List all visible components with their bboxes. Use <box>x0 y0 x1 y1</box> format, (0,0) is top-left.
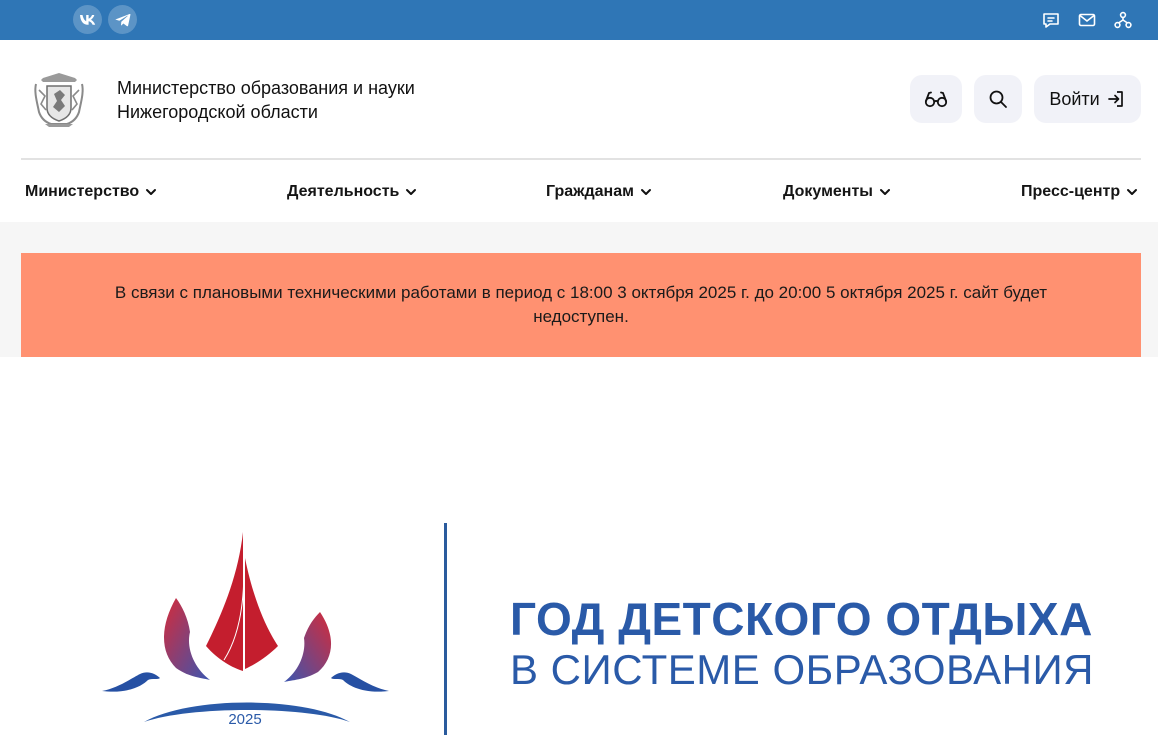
nav-item-label: Деятельность <box>287 183 400 200</box>
banner-year: 2025 <box>228 711 261 728</box>
year-of-children-rest-logo[interactable]: 2025 <box>98 528 393 738</box>
chevron-down-icon <box>879 189 890 195</box>
maintenance-alert: В связи с плановыми техническими работам… <box>21 253 1141 357</box>
vk-link[interactable] <box>73 5 102 34</box>
chevron-down-icon <box>146 189 157 195</box>
banner-divider <box>444 523 447 735</box>
nav-item-label: Пресс-центр <box>1021 183 1121 200</box>
top-bar <box>0 0 1158 40</box>
accessibility-version-button[interactable] <box>910 75 962 123</box>
organization-name-line-2: Нижегородской области <box>117 102 318 122</box>
header-divider <box>21 158 1141 160</box>
organization-name-line-1: Министерство образования и науки <box>117 78 415 98</box>
mail-icon <box>1078 13 1096 27</box>
chat-icon <box>1043 12 1059 28</box>
chevron-down-icon <box>406 189 417 195</box>
search-button[interactable] <box>974 75 1022 123</box>
banner-subtitle: В СИСТЕМЕ ОБРАЗОВАНИЯ <box>510 646 1095 693</box>
login-icon <box>1107 91 1123 107</box>
nav-item-documents[interactable]: Документы <box>783 181 891 203</box>
coat-of-arms-logo[interactable] <box>33 70 85 128</box>
telegram-link[interactable] <box>108 5 137 34</box>
chevron-down-icon <box>640 189 651 195</box>
sitemap-link[interactable] <box>1113 10 1133 30</box>
banner-title: ГОД ДЕТСКОГО ОТДЫХА <box>510 593 1093 645</box>
search-icon <box>989 90 1007 108</box>
nav-item-label: Министерство <box>25 183 140 200</box>
nav-item-label: Гражданам <box>546 183 634 200</box>
nav-item-activity[interactable]: Деятельность <box>287 181 417 203</box>
login-label: Войти <box>1049 88 1100 109</box>
mail-link[interactable] <box>1077 10 1097 30</box>
nav-item-citizens[interactable]: Гражданам <box>546 181 652 203</box>
nav-item-label: Документы <box>783 183 873 200</box>
sitemap-icon <box>1114 11 1132 29</box>
telegram-icon <box>114 13 130 26</box>
nav-item-ministry[interactable]: Министерство <box>25 181 157 203</box>
chevron-down-icon <box>1127 189 1138 195</box>
maintenance-alert-text: В связи с плановыми техническими работам… <box>114 283 1048 326</box>
vk-icon <box>79 14 95 25</box>
glasses-icon <box>924 91 948 108</box>
organization-name[interactable]: Министерство образования и науки Нижегор… <box>117 76 415 124</box>
feedback-link[interactable] <box>1041 10 1061 30</box>
nav-item-press-center[interactable]: Пресс-центр <box>1021 181 1138 203</box>
login-button[interactable]: Войти <box>1034 75 1141 123</box>
